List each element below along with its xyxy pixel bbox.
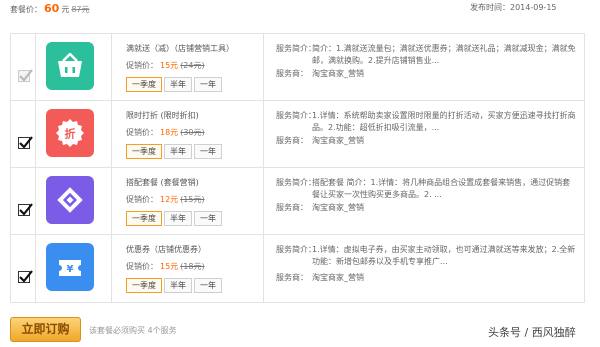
service-description: 搭配套餐 简介：1.详情：将几种商品组合设置成套餐来销售，通过促销套餐让买家一次… [312,178,571,199]
period-half-year[interactable]: 半年 [164,278,192,293]
desc-label: 服务简介： [276,44,316,53]
coupon-icon: ¥ [46,243,94,291]
service-checkbox[interactable] [18,69,33,82]
period-half-year[interactable]: 半年 [164,211,192,226]
period-year[interactable]: 一年 [194,144,222,159]
checkmark-icon [19,203,33,216]
desc-label: 服务简介： [276,178,316,187]
promo-price: 促销价： 18元 (30元) [126,128,205,137]
price-value: 60 [44,2,60,15]
period-half-year[interactable]: 半年 [164,77,192,92]
svg-text:¥: ¥ [67,264,74,275]
discount-icon: 折 [46,109,94,157]
period-quarter[interactable]: 一季度 [126,211,162,226]
service-name: 满就送（减）（店铺营销工具） [126,44,234,53]
buy-now-button[interactable]: 立即订购 [10,317,81,342]
service-description: 1.详情：系统帮助卖家设置限时限量的打折活动，买家方便迅速寻找打折商品。2.功能… [312,111,576,132]
provider-name: 淘宝商家_营销 [312,69,364,78]
provider-name: 淘宝商家_营销 [312,136,364,145]
service-row: ¥ 优惠券（店铺优惠券） 促销价： 15元 (18元) 一季度 半年 一年 服务简介： … [11,235,584,302]
price-label: 套餐价： [10,5,42,14]
promo-price: 促销价： 15元 (18元) [126,262,205,271]
bundle-icon [46,176,94,224]
service-row: 搭配套餐 (套餐营销) 促销价： 12元 (15元) 一季度 半年 一年 服务简介： 搭… [11,168,584,235]
period-half-year[interactable]: 半年 [164,144,192,159]
period-year[interactable]: 一年 [194,77,222,92]
watermark: 头条号 / 西风独醉 [488,326,576,339]
period-quarter[interactable]: 一季度 [126,144,162,159]
publish-label: 发布时间： [470,3,510,12]
basket-icon [46,42,94,90]
service-checkbox[interactable] [18,270,33,283]
provider-label: 服务商： [276,273,308,282]
original-price: 87元 [71,5,90,14]
svg-text:折: 折 [65,127,76,141]
service-name: 优惠券（店铺优惠券） [126,245,206,254]
period-options: 一季度 半年 一年 [126,278,224,293]
provider-name: 淘宝商家_营销 [312,203,364,212]
period-options: 一季度 半年 一年 [126,77,224,92]
period-quarter[interactable]: 一季度 [126,278,162,293]
publish-date: 2014-09-15 [510,3,557,12]
service-name: 限时打折 (限时折扣) [126,111,199,120]
checkmark-icon [19,69,33,82]
provider-label: 服务商： [276,136,308,145]
promo-price: 促销价： 12元 (15元) [126,195,205,204]
provider-label: 服务商： [276,69,308,78]
top-bar: 套餐价： 60 元 87元 发布时间：2014-09-15 [0,0,600,18]
service-description: 1.详情：虚拟电子券，由买家主动领取，也可通过满就送等来发放；2.全新功能：新增… [312,245,576,266]
service-checkbox[interactable] [18,136,33,149]
service-name: 搭配套餐 (套餐营销) [126,178,199,187]
period-quarter[interactable]: 一季度 [126,77,162,92]
publish-time: 发布时间：2014-09-15 [470,2,557,13]
promo-price: 促销价： 15元 (24元) [126,61,205,70]
provider-label: 服务商： [276,203,308,212]
checkmark-icon [19,136,33,149]
desc-label: 服务简介： [276,245,316,254]
package-price: 套餐价： 60 元 87元 [10,2,90,15]
period-options: 一季度 半年 一年 [126,144,224,159]
period-options: 一季度 半年 一年 [126,211,224,226]
period-year[interactable]: 一年 [194,278,222,293]
service-description: 简介：1.满就送流量包；满就送优惠券；满就送礼品；满就减现金；满就免邮，满就换购… [312,44,576,65]
package-note: 该套餐必须购买 4个服务 [89,326,177,335]
desc-label: 服务简介： [276,111,316,120]
service-table: 满就送（减）（店铺营销工具） 促销价： 15元 (24元) 一季度 半年 一年 服务简介… [10,33,585,303]
service-checkbox[interactable] [18,203,33,216]
checkmark-icon [19,270,33,283]
provider-name: 淘宝商家_营销 [312,273,364,282]
service-row: 折 限时打折 (限时折扣) 促销价： 18元 (30元) 一季度 半年 一年 服务简介：… [11,101,584,168]
period-year[interactable]: 一年 [194,211,222,226]
price-unit: 元 [61,5,70,14]
service-row: 满就送（减）（店铺营销工具） 促销价： 15元 (24元) 一季度 半年 一年 服务简介… [11,34,584,101]
